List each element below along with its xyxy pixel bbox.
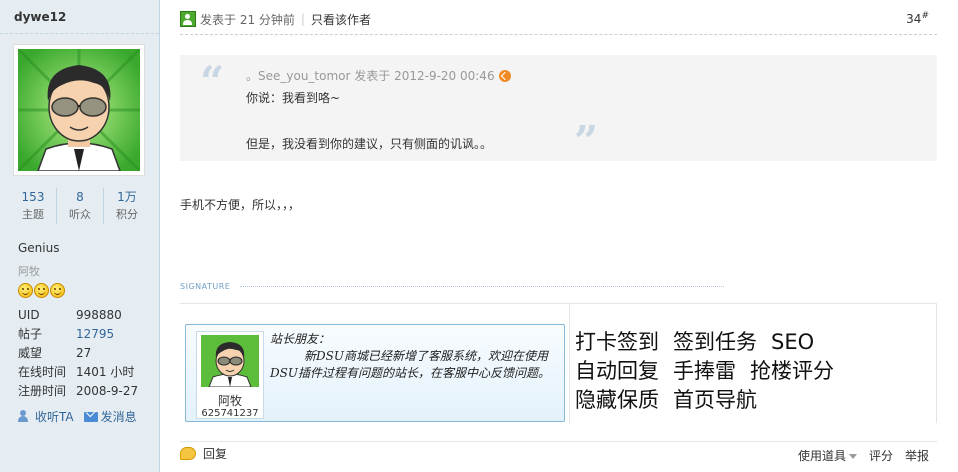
signature-label: SIGNATURE xyxy=(180,282,231,291)
post-footer: 回复 使用道具 评分 举报 xyxy=(180,441,937,463)
info-key: 注册时间 xyxy=(18,384,67,398)
stat-followers[interactable]: 8 听众 xyxy=(57,188,104,224)
follow-label: 收听TA xyxy=(35,410,74,424)
stat-label: 积分 xyxy=(116,208,138,221)
signature-link-row: 打卡签到 签到任务 SEO xyxy=(575,328,935,357)
use-tools-button[interactable]: 使用道具 xyxy=(798,447,857,464)
signature-qq: 625741237 xyxy=(201,408,259,419)
mail-icon xyxy=(83,411,98,422)
stat-points[interactable]: 1万 积分 xyxy=(104,188,150,224)
only-author-link[interactable]: 只看该作者 xyxy=(311,11,371,28)
quote-header: 。See_you_tomor 发表于 2012-9-20 00:46 xyxy=(246,67,511,84)
info-row: 帖子 12795 xyxy=(18,325,138,344)
signature-divider xyxy=(569,304,570,424)
quote-source: 。See_you_tomor 发表于 2012-9-20 00:46 xyxy=(246,69,495,83)
floor-sup: # xyxy=(921,11,929,21)
quote-block: “ 。See_you_tomor 发表于 2012-9-20 00:46 你说：… xyxy=(180,55,937,166)
info-row: 威望 27 xyxy=(18,344,138,363)
stat-value: 153 xyxy=(21,190,45,204)
online-status-icon xyxy=(180,11,196,27)
smile-icon xyxy=(18,283,33,298)
info-value: 998880 xyxy=(76,308,122,322)
quote-line: 你说：我看到咯~ xyxy=(246,91,341,105)
info-row: 注册时间 2008-9-27 xyxy=(18,382,138,401)
use-tools-label: 使用道具 xyxy=(797,449,846,463)
post-main: 发表于 21 分钟前 | 只看该作者 34# “ 。See_you_tomor … xyxy=(180,0,938,472)
signature-greeting: 站长朋友： xyxy=(270,332,331,346)
report-button[interactable]: 举报 xyxy=(905,447,929,464)
divider: | xyxy=(300,12,305,26)
author-info: UID 998880 帖子 12795 威望 27 在线时间 1401 小时 注… xyxy=(18,306,138,401)
posted-time: 发表于 21 分钟前 xyxy=(200,12,295,27)
stat-value: 1万 xyxy=(117,190,137,204)
info-row: UID 998880 xyxy=(18,306,138,325)
follow-icon xyxy=(18,410,32,423)
send-message-button[interactable]: 发消息 xyxy=(83,408,137,425)
reply-button[interactable]: 回复 xyxy=(180,445,227,462)
signature-divider xyxy=(240,286,724,287)
signature-body: 新DSU商城已经新增了客服系统，欢迎在使用DSU插件过程有问题的站长，在客服中心… xyxy=(270,349,550,380)
info-value: 2008-9-27 xyxy=(76,384,139,398)
divider xyxy=(180,34,937,35)
sig-link-autoreply[interactable]: 自动回复 xyxy=(575,359,659,383)
sig-link-hide[interactable]: 隐藏保质 xyxy=(575,388,659,412)
signature-links: 打卡签到 签到任务 SEO 自动回复 手捧雷 抢楼评分 隐藏保质 首页导航 xyxy=(575,328,935,415)
quote-line: 但是，我没看到你的建议，只有侧面的讥讽。。 xyxy=(246,137,493,151)
follow-button[interactable]: 收听TA xyxy=(18,408,74,425)
info-key: 在线时间 xyxy=(18,365,67,379)
info-row: 在线时间 1401 小时 xyxy=(18,363,138,382)
reply-icon xyxy=(180,447,196,460)
smile-icon xyxy=(34,283,49,298)
signature-nick: 阿牧 xyxy=(217,394,242,408)
smile-icon xyxy=(50,283,65,298)
goto-post-icon[interactable] xyxy=(498,69,511,82)
signature-link-row: 隐藏保质 首页导航 xyxy=(575,386,935,415)
info-value-link[interactable]: 12795 xyxy=(76,325,114,344)
signature-link-row: 自动回复 手捧雷 抢楼评分 xyxy=(575,357,935,386)
info-value: 27 xyxy=(76,346,92,360)
author-name-bar: dywe12 xyxy=(0,0,159,34)
user-nickname: 阿牧 xyxy=(18,265,40,278)
signature-card[interactable]: 阿牧 625741237 站长朋友： 新DSU商城已经新增了客服系统，欢迎在使用… xyxy=(185,324,565,422)
info-key: 威望 xyxy=(18,346,43,360)
signature-avatar xyxy=(201,335,259,387)
info-value: 1401 小时 xyxy=(76,365,135,379)
post-message: 手机不方便，所以，，， xyxy=(180,198,301,212)
author-actions: 收听TA 发消息 xyxy=(18,408,137,425)
floor-number-value: 34 xyxy=(906,12,922,26)
sig-link-tasks[interactable]: 签到任务 xyxy=(673,330,757,354)
quote-open-mark: “ xyxy=(200,57,225,106)
sig-link-checkin[interactable]: 打卡签到 xyxy=(575,330,659,354)
avatar[interactable] xyxy=(13,44,145,176)
stat-label: 主题 xyxy=(22,208,44,221)
medal-list xyxy=(18,283,65,298)
quote-close-mark: ” xyxy=(574,117,599,166)
rate-button[interactable]: 评分 xyxy=(869,447,893,464)
signature-avatar-box: 阿牧 625741237 xyxy=(196,331,264,419)
sig-link-home-nav[interactable]: 首页导航 xyxy=(673,388,757,412)
author-name-link[interactable]: dywe12 xyxy=(14,10,66,24)
post-meta-bar: 发表于 21 分钟前 | 只看该作者 34# xyxy=(180,9,937,29)
info-key: UID xyxy=(18,308,40,322)
author-sidebar: dywe12 153 主题 8 听众 1万 积分 Genius 阿牧 UID 9… xyxy=(0,0,160,472)
chevron-down-icon xyxy=(848,454,857,459)
info-key: 帖子 xyxy=(18,327,43,341)
sig-link-mine[interactable]: 手捧雷 xyxy=(673,359,736,383)
stat-threads[interactable]: 153 主题 xyxy=(10,188,57,224)
avatar-image xyxy=(16,47,142,173)
reply-label: 回复 xyxy=(203,447,228,461)
signature-area: 阿牧 625741237 站长朋友： 新DSU商城已经新增了客服系统，欢迎在使用… xyxy=(180,303,937,424)
signature-text: 站长朋友： 新DSU商城已经新增了客服系统，欢迎在使用DSU插件过程有问题的站长… xyxy=(270,331,560,382)
send-message-label: 发消息 xyxy=(100,410,137,424)
floor-number[interactable]: 34# xyxy=(906,11,929,26)
author-stats: 153 主题 8 听众 1万 积分 xyxy=(10,188,150,224)
post-tools: 使用道具 评分 举报 xyxy=(798,447,929,464)
stat-value: 8 xyxy=(76,190,84,204)
sig-link-floor-rate[interactable]: 抢楼评分 xyxy=(750,359,834,383)
stat-label: 听众 xyxy=(69,208,91,221)
user-group[interactable]: Genius xyxy=(18,241,59,255)
sig-link-seo[interactable]: SEO xyxy=(771,330,814,354)
